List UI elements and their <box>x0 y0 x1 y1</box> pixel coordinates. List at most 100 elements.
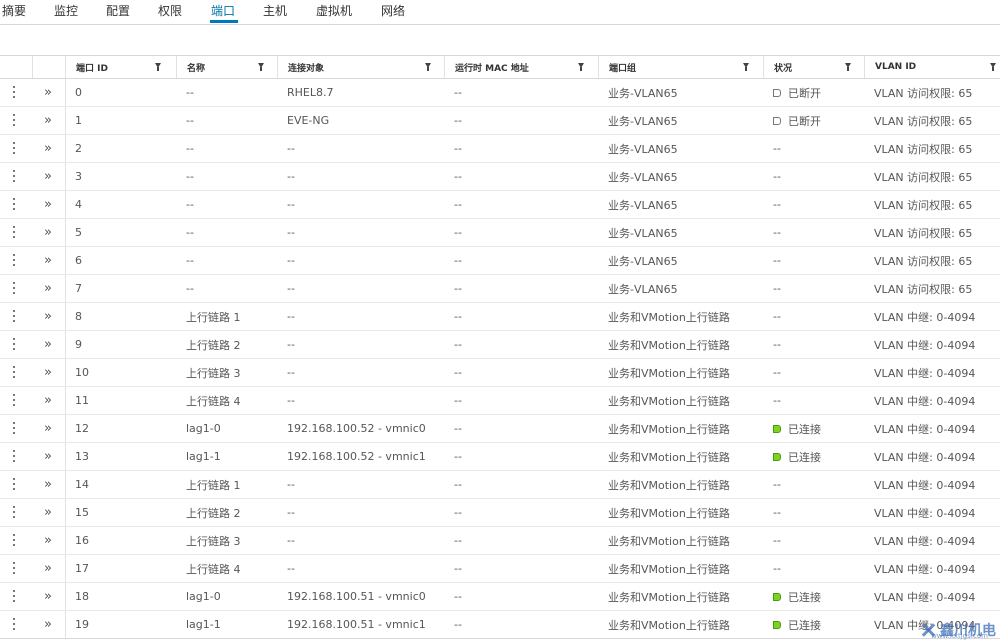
table-row[interactable]: » 6 -- -- -- 业务-VLAN65 -- VLAN 访问权限: 65 <box>0 247 1000 275</box>
table-row[interactable]: » 18 lag1-0 192.168.100.51 - vmnic0 -- 业务和VMo… <box>0 583 1000 611</box>
cell-connectee-text: -- <box>287 478 295 491</box>
kebab-icon[interactable] <box>13 617 16 631</box>
table-row[interactable]: » 4 -- -- -- 业务-VLAN65 -- VLAN 访问权限: 65 <box>0 191 1000 219</box>
double-chevron-right-icon[interactable]: » <box>44 331 52 358</box>
header-connectee[interactable]: 连接对象 <box>277 56 448 78</box>
double-chevron-right-icon[interactable]: » <box>44 135 52 162</box>
table-row[interactable]: » 19 lag1-1 192.168.100.51 - vmnic1 -- 业务和VMo… <box>0 611 1000 639</box>
double-chevron-right-icon[interactable]: » <box>44 219 52 246</box>
tab-vms[interactable]: 虚拟机 <box>316 2 352 19</box>
double-chevron-right-icon[interactable]: » <box>44 499 52 526</box>
filter-icon[interactable] <box>258 63 264 71</box>
table-row[interactable]: » 1 -- EVE-NG -- 业务-VLAN65 已断开 VLAN 访问权限: 65 <box>0 107 1000 135</box>
cell-vlan-id-text: VLAN 中继: 0-4094 <box>874 506 976 520</box>
double-chevron-right-icon[interactable]: » <box>44 303 52 330</box>
table-row[interactable]: » 5 -- -- -- 业务-VLAN65 -- VLAN 访问权限: 65 <box>0 219 1000 247</box>
filter-icon[interactable] <box>425 63 431 71</box>
filter-icon[interactable] <box>578 63 584 71</box>
tab-monitor[interactable]: 监控 <box>54 2 78 19</box>
kebab-icon[interactable] <box>13 449 16 463</box>
table-row[interactable]: » 2 -- -- -- 业务-VLAN65 -- VLAN 访问权限: 65 <box>0 135 1000 163</box>
tab-configure[interactable]: 配置 <box>106 2 130 19</box>
cell-port-id: 12 <box>75 415 170 442</box>
filter-icon[interactable] <box>155 63 161 71</box>
double-chevron-right-icon[interactable]: » <box>44 79 52 106</box>
kebab-icon[interactable] <box>13 533 16 547</box>
table-row[interactable]: » 13 lag1-1 192.168.100.52 - vmnic1 -- 业务和VMo… <box>0 443 1000 471</box>
double-chevron-right-icon[interactable]: » <box>44 583 52 610</box>
table-row[interactable]: » 12 lag1-0 192.168.100.52 - vmnic0 -- 业务和VMo… <box>0 415 1000 443</box>
cell-port-id-text: 9 <box>75 338 82 351</box>
kebab-icon[interactable] <box>13 309 16 323</box>
double-chevron-right-icon[interactable]: » <box>44 527 52 554</box>
kebab-icon[interactable] <box>13 85 16 99</box>
table-row[interactable]: » 17 上行链路 4 -- -- 业务和VMotion上行链路 -- VLAN 中继: 0-… <box>0 555 1000 583</box>
kebab-icon[interactable] <box>13 561 16 575</box>
kebab-icon[interactable] <box>13 365 16 379</box>
cell-name-text: -- <box>186 114 194 127</box>
kebab-icon[interactable] <box>13 393 16 407</box>
table-row[interactable]: » 11 上行链路 4 -- -- 业务和VMotion上行链路 -- VLAN 中继: 0-… <box>0 387 1000 415</box>
cell-port-id-text: 14 <box>75 478 89 491</box>
filter-icon[interactable] <box>743 63 749 71</box>
tab-hosts[interactable]: 主机 <box>263 2 287 19</box>
kebab-icon[interactable] <box>13 337 16 351</box>
table-row[interactable]: » 0 -- RHEL8.7 -- 业务-VLAN65 已断开 VLAN 访问权限: 65 <box>0 79 1000 107</box>
table-row[interactable]: » 15 上行链路 2 -- -- 业务和VMotion上行链路 -- VLAN 中继: 0-… <box>0 499 1000 527</box>
table-row[interactable]: » 14 上行链路 1 -- -- 业务和VMotion上行链路 -- VLAN 中继: 0-… <box>0 471 1000 499</box>
cell-port-id: 15 <box>75 499 170 526</box>
double-chevron-right-icon[interactable]: » <box>44 471 52 498</box>
cell-state-text: -- <box>773 170 781 183</box>
cell-vlan-id: VLAN 访问权限: 65 <box>874 219 1000 246</box>
kebab-icon[interactable] <box>13 281 16 295</box>
double-chevron-right-icon[interactable]: » <box>44 163 52 190</box>
cell-portgroup-text: 业务和VMotion上行链路 <box>608 366 730 380</box>
kebab-icon[interactable] <box>13 197 16 211</box>
tab-ports[interactable]: 端口 <box>211 2 235 19</box>
tab-permissions[interactable]: 权限 <box>158 2 182 19</box>
kebab-icon[interactable] <box>13 225 16 239</box>
cell-portgroup-text: 业务-VLAN65 <box>608 142 678 156</box>
cell-runtime-mac-text: -- <box>454 422 462 435</box>
kebab-icon[interactable] <box>13 505 16 519</box>
double-chevron-right-icon[interactable]: » <box>44 247 52 274</box>
header-port-id[interactable]: 端口 ID <box>65 56 181 78</box>
table-row[interactable]: » 7 -- -- -- 业务-VLAN65 -- VLAN 访问权限: 65 <box>0 275 1000 303</box>
kebab-icon[interactable] <box>13 113 16 127</box>
table-row[interactable]: » 8 上行链路 1 -- -- 业务和VMotion上行链路 -- VLAN 中继: 0-4… <box>0 303 1000 331</box>
table-row[interactable]: » 3 -- -- -- 业务-VLAN65 -- VLAN 访问权限: 65 <box>0 163 1000 191</box>
kebab-icon[interactable] <box>13 589 16 603</box>
tab-summary[interactable]: 摘要 <box>2 2 26 19</box>
double-chevron-right-icon[interactable]: » <box>44 415 52 442</box>
cell-connectee-text: -- <box>287 282 295 295</box>
table-row[interactable]: » 16 上行链路 3 -- -- 业务和VMotion上行链路 -- VLAN 中继: 0-… <box>0 527 1000 555</box>
kebab-icon[interactable] <box>13 253 16 267</box>
kebab-icon[interactable] <box>13 477 16 491</box>
cell-portgroup-text: 业务和VMotion上行链路 <box>608 338 730 352</box>
tab-networks[interactable]: 网络 <box>381 2 405 19</box>
cell-portgroup-text: 业务和VMotion上行链路 <box>608 534 730 548</box>
cell-port-id: 0 <box>75 79 170 106</box>
double-chevron-right-icon[interactable]: » <box>44 555 52 582</box>
kebab-icon[interactable] <box>13 421 16 435</box>
double-chevron-right-icon[interactable]: » <box>44 191 52 218</box>
header-portgroup[interactable]: 端口组 <box>598 56 759 78</box>
double-chevron-right-icon[interactable]: » <box>44 275 52 302</box>
double-chevron-right-icon[interactable]: » <box>44 359 52 386</box>
filter-icon[interactable] <box>845 63 851 71</box>
header-vlan-id[interactable]: VLAN ID <box>864 56 1000 78</box>
cell-port-id: 7 <box>75 275 170 302</box>
kebab-icon[interactable] <box>13 141 16 155</box>
double-chevron-right-icon[interactable]: » <box>44 387 52 414</box>
table-row[interactable]: » 9 上行链路 2 -- -- 业务和VMotion上行链路 -- VLAN 中继: 0-4… <box>0 331 1000 359</box>
double-chevron-right-icon[interactable]: » <box>44 107 52 134</box>
cell-port-id: 5 <box>75 219 170 246</box>
header-name[interactable]: 名称 <box>176 56 287 78</box>
filter-icon[interactable] <box>990 63 996 71</box>
double-chevron-right-icon[interactable]: » <box>44 443 52 470</box>
kebab-icon[interactable] <box>13 169 16 183</box>
table-row[interactable]: » 10 上行链路 3 -- -- 业务和VMotion上行链路 -- VLAN 中继: 0-… <box>0 359 1000 387</box>
cell-connectee-text: 192.168.100.52 - vmnic1 <box>287 450 426 463</box>
double-chevron-right-icon[interactable]: » <box>44 611 52 638</box>
port-connected-icon <box>773 424 781 433</box>
